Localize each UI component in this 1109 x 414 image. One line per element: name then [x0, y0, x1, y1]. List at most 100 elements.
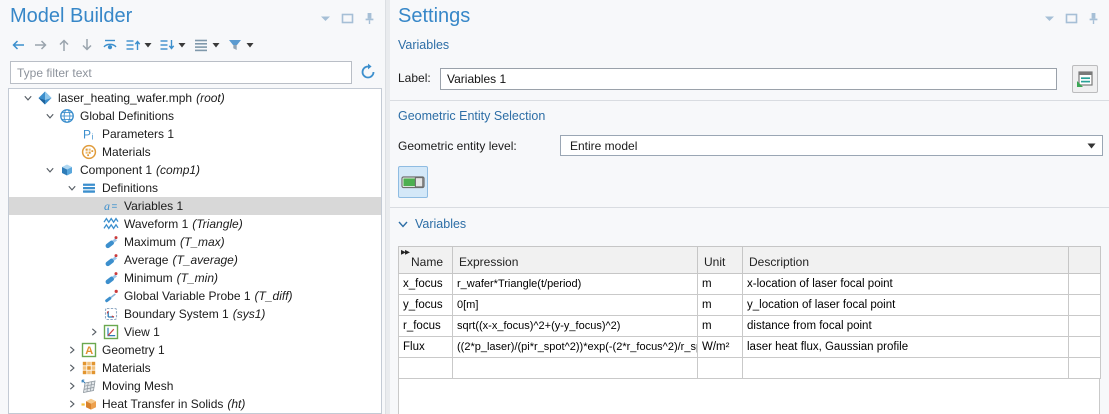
label-input[interactable]: [440, 68, 1057, 90]
tree-indent-spacer: [85, 269, 103, 287]
cell-name[interactable]: Flux: [399, 337, 453, 358]
tree-item-maximum[interactable]: Maximum(T_max): [9, 233, 381, 251]
tree-indent-spacer: [85, 233, 103, 251]
entity-level-select[interactable]: Entire model: [560, 135, 1103, 156]
cell-description[interactable]: x-location of laser focal point: [743, 274, 1069, 295]
chevron-collapsed-icon[interactable]: [63, 377, 81, 395]
tree-item-suffix: (Triangle): [192, 217, 242, 231]
tree-item-global-variable-probe-1[interactable]: Global Variable Probe 1(T_diff): [9, 287, 381, 305]
column-header-description[interactable]: Description: [743, 247, 1069, 274]
show-in-table-button[interactable]: [1072, 65, 1098, 93]
cell-expression[interactable]: 0[m]: [453, 295, 698, 316]
tree-item-parameters-1[interactable]: PiParameters 1: [9, 125, 381, 143]
cell-end[interactable]: [1069, 316, 1101, 337]
cell-name[interactable]: y_focus: [399, 295, 453, 316]
cell-name[interactable]: x_focus: [399, 274, 453, 295]
cell-end[interactable]: [1069, 337, 1101, 358]
chevron-expanded-icon[interactable]: [41, 161, 59, 179]
tree-item-label: Geometry 1: [102, 343, 165, 357]
filter-tree-button[interactable]: [227, 36, 254, 54]
move-up-icon: [56, 37, 72, 53]
tree-item-minimum[interactable]: Minimum(T_min): [9, 269, 381, 287]
float-window-icon[interactable]: [341, 12, 354, 25]
cell-end[interactable]: [1069, 295, 1101, 316]
float-window-icon[interactable]: [1065, 12, 1078, 25]
cell-unit[interactable]: W/m²: [698, 337, 743, 358]
cell-name[interactable]: r_focus: [399, 316, 453, 337]
dropdown-caret-icon[interactable]: [178, 41, 186, 49]
expand-all-button[interactable]: [125, 36, 152, 54]
show-button[interactable]: [102, 36, 118, 54]
cell-end[interactable]: [1069, 274, 1101, 295]
refresh-button[interactable]: [359, 63, 377, 81]
tree-item-geometry-1[interactable]: AGeometry 1: [9, 341, 381, 359]
column-header-end: [1069, 247, 1101, 274]
collapse-all-button[interactable]: [159, 36, 186, 54]
variables-table-body: x_focusr_wafer*Triangle(t/period)mx-loca…: [399, 274, 1101, 379]
chevron-collapsed-icon[interactable]: [63, 395, 81, 413]
definitions-icon: [81, 180, 97, 196]
node-text-button[interactable]: [193, 36, 220, 54]
nav-forward-button[interactable]: [33, 36, 49, 54]
tree-filter-input[interactable]: [10, 61, 352, 84]
menu-caret-icon[interactable]: [319, 12, 332, 25]
tree-item-suffix: (T_min): [177, 271, 218, 285]
chevron-collapsed-icon[interactable]: [85, 323, 103, 341]
cell-unit[interactable]: m: [698, 316, 743, 337]
settings-subtitle: Variables: [398, 38, 449, 52]
tree-item-variables-1[interactable]: a=Variables 1: [9, 197, 381, 215]
pin-icon[interactable]: [1087, 12, 1100, 25]
show-icon: [102, 37, 118, 53]
cell-expression[interactable]: r_wafer*Triangle(t/period): [453, 274, 698, 295]
cell-expression[interactable]: sqrt((x-x_focus)^2+(y-y_focus)^2): [453, 316, 698, 337]
tree-item-global-definitions[interactable]: Global Definitions: [9, 107, 381, 125]
cell-expression[interactable]: ((2*p_laser)/(pi*r_spot^2))*exp(-(2*r_fo…: [453, 337, 698, 358]
pin-icon[interactable]: [363, 12, 376, 25]
chevron-collapsed-icon[interactable]: [63, 341, 81, 359]
variables-section-header[interactable]: Variables: [398, 217, 466, 231]
cell-unit[interactable]: [698, 358, 743, 379]
table-empty-area[interactable]: [398, 379, 1100, 414]
tree-item-waveform-1[interactable]: Waveform 1(Triangle): [9, 215, 381, 233]
cell-name[interactable]: [399, 358, 453, 379]
cell-description[interactable]: [743, 358, 1069, 379]
cell-expression[interactable]: [453, 358, 698, 379]
dropdown-caret-icon[interactable]: [212, 41, 220, 49]
column-header-unit[interactable]: Unit: [698, 247, 743, 274]
tree-item-boundary-system-1[interactable]: Boundary System 1(sys1): [9, 305, 381, 323]
filter-row: [10, 61, 377, 84]
active-toggle-button[interactable]: [398, 166, 428, 198]
cell-unit[interactable]: m: [698, 295, 743, 316]
dropdown-caret-icon[interactable]: [246, 41, 254, 49]
tree-item-definitions[interactable]: Definitions: [9, 179, 381, 197]
move-up-button[interactable]: [56, 36, 72, 54]
tree-item-average[interactable]: Average(T_average): [9, 251, 381, 269]
tree-item-materials[interactable]: Materials: [9, 359, 381, 377]
cell-end[interactable]: [1069, 358, 1101, 379]
tree-item-label: Variables 1: [124, 199, 183, 213]
cell-description[interactable]: laser heat flux, Gaussian profile: [743, 337, 1069, 358]
nav-back-button[interactable]: [10, 36, 26, 54]
section-collapse-icon[interactable]: [398, 219, 408, 229]
cell-description[interactable]: distance from focal point: [743, 316, 1069, 337]
dropdown-caret-icon[interactable]: [144, 41, 152, 49]
tree-item-component-1[interactable]: Component 1(comp1): [9, 161, 381, 179]
cell-unit[interactable]: m: [698, 274, 743, 295]
entity-level-value: Entire model: [570, 139, 637, 153]
chevron-expanded-icon[interactable]: [63, 179, 81, 197]
tree-indent-spacer: [63, 125, 81, 143]
move-down-button[interactable]: [79, 36, 95, 54]
tree-item-heat-transfer-in-solids[interactable]: Heat Transfer in Solids(ht): [9, 395, 381, 413]
menu-caret-icon[interactable]: [1043, 12, 1056, 25]
column-header-name[interactable]: ▶▶ Name: [399, 247, 453, 274]
tree-item-materials[interactable]: Materials: [9, 143, 381, 161]
chevron-expanded-icon[interactable]: [41, 107, 59, 125]
chevron-expanded-icon[interactable]: [19, 89, 37, 107]
column-header-expression[interactable]: Expression: [453, 247, 698, 274]
tree-item-moving-mesh[interactable]: Moving Mesh: [9, 377, 381, 395]
tree-item-label: Definitions: [102, 181, 158, 195]
tree-item-view-1[interactable]: View 1: [9, 323, 381, 341]
cell-description[interactable]: y_location of laser focal point: [743, 295, 1069, 316]
tree-item-laser-heating-wafer-mph[interactable]: laser_heating_wafer.mph(root): [9, 89, 381, 107]
chevron-collapsed-icon[interactable]: [63, 359, 81, 377]
